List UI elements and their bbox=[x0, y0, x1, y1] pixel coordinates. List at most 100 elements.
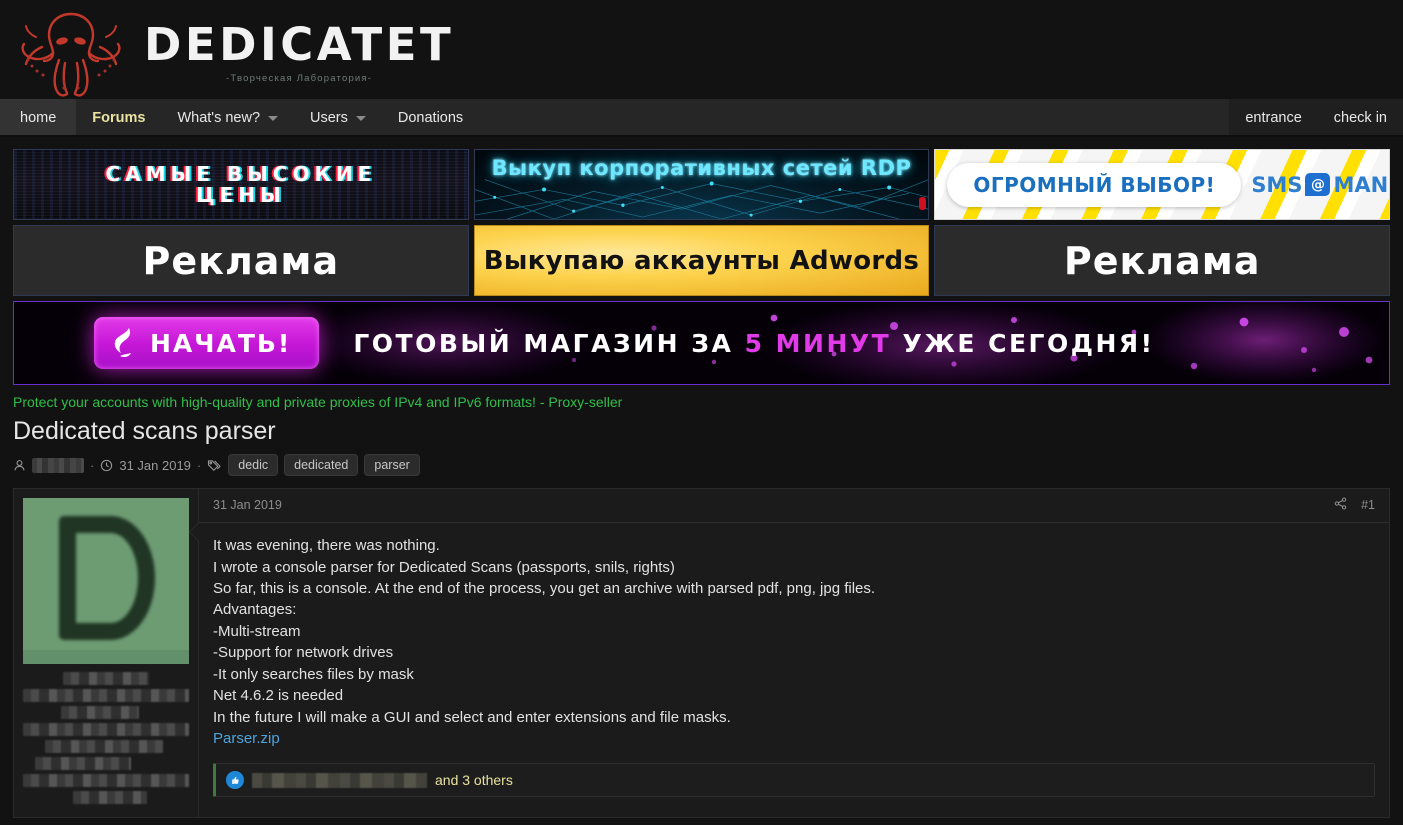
nav-label-home: home bbox=[20, 110, 57, 126]
sms-logo-left: SMS bbox=[1251, 172, 1303, 197]
tag-dedic[interactable]: dedic bbox=[228, 454, 279, 477]
banner-ready-shop[interactable]: НАЧАТЬ! ГОТОВЫЙ МАГАЗИН ЗА 5 МИНУТ УЖЕ С… bbox=[13, 301, 1390, 385]
banner-reklama-right-text: Реклама bbox=[1063, 238, 1261, 283]
nav-label-users: Users bbox=[310, 110, 348, 126]
advertisement-area: САМЫЕ ВЫСОКИЕ ЦЕНЫ Выкуп корпоративных с… bbox=[0, 137, 1403, 385]
post-container: 31 Jan 2019 #1 It was evening, there was… bbox=[13, 488, 1390, 819]
reaction-user-redacted[interactable] bbox=[252, 772, 427, 788]
post-line: Net 4.6.2 is needed bbox=[213, 687, 344, 705]
user-info-line bbox=[63, 672, 149, 686]
post-line: It was evening, there was nothing. bbox=[213, 537, 440, 555]
banner-sms-man[interactable]: ОГРОМНЫЙ ВЫБОР! SMS @ MAN bbox=[934, 149, 1391, 220]
user-info-redacted bbox=[23, 672, 189, 805]
brand-title: DEDICATET bbox=[144, 17, 455, 71]
notice-text: Protect your accounts with high-quality … bbox=[13, 394, 623, 410]
banner-row-1: САМЫЕ ВЫСОКИЕ ЦЕНЫ Выкуп корпоративных с… bbox=[13, 149, 1391, 220]
thread-title-text: Dedicated scans parser bbox=[13, 417, 276, 445]
nav-item-check-in[interactable]: check in bbox=[1318, 99, 1403, 137]
clock-icon bbox=[100, 459, 113, 472]
avatar-bottom-strip bbox=[23, 650, 189, 665]
sms-man-logo: SMS @ MAN bbox=[1251, 173, 1388, 197]
banner-line-1: САМЫЕ ВЫСОКИЕ bbox=[105, 161, 377, 186]
nav-left-group: home Forums What's new? Users Donations bbox=[0, 99, 479, 137]
post-line: I wrote a console parser for Dedicated S… bbox=[213, 558, 675, 576]
attachment-link[interactable]: Parser.zip bbox=[213, 730, 280, 747]
banner-reklama-left-text: Реклама bbox=[142, 238, 340, 283]
reaction-others-label: and 3 others bbox=[435, 772, 513, 789]
brand-tagline: -Творческая Лаборатория- bbox=[226, 72, 373, 84]
post-line: -Support for network drives bbox=[213, 644, 394, 662]
user-info-line bbox=[61, 706, 139, 720]
reactions-bar: and 3 others bbox=[213, 763, 1375, 798]
user-info-line bbox=[45, 740, 163, 754]
banner-sms-pill-text: ОГРОМНЫЙ ВЫБОР! bbox=[947, 162, 1242, 207]
chat-bubble-icon: @ bbox=[1305, 173, 1331, 196]
nav-label-entrance: entrance bbox=[1245, 110, 1302, 126]
nav-right-group: entrance check in bbox=[1229, 99, 1403, 137]
post-content-panel: 31 Jan 2019 #1 It was evening, there was… bbox=[190, 489, 1389, 817]
chevron-down-icon[interactable] bbox=[268, 115, 279, 121]
headline-highlight: 5 МИНУТ bbox=[744, 328, 892, 358]
nav-label-whats-new: What's new? bbox=[177, 110, 261, 126]
post-body: It was evening, there was nothing. I wro… bbox=[199, 523, 1389, 749]
nav-label-donations: Donations bbox=[397, 110, 464, 126]
post-date[interactable]: 31 Jan 2019 bbox=[213, 498, 282, 512]
share-icon[interactable] bbox=[1334, 497, 1347, 513]
user-icon bbox=[13, 459, 26, 472]
tag-dedicated[interactable]: dedicated bbox=[284, 454, 359, 477]
nav-item-forums[interactable]: Forums bbox=[76, 99, 161, 137]
post-pointer-arrow bbox=[190, 523, 199, 542]
user-info-line bbox=[23, 689, 189, 703]
headline-part-1: ГОТОВЫЙ МАГАЗИН ЗА bbox=[353, 328, 734, 358]
tag-icon bbox=[207, 459, 222, 472]
brand-block[interactable]: DEDICATET -Творческая Лаборатория- bbox=[144, 16, 454, 84]
page-title: Dedicated scans parser bbox=[0, 410, 1403, 447]
post-line: -It only searches files by mask bbox=[213, 665, 414, 683]
nav-label-check-in: check in bbox=[1333, 110, 1387, 126]
nav-item-home[interactable]: home bbox=[0, 99, 77, 137]
nav-label-forums: Forums bbox=[92, 110, 146, 126]
octopus-logo-icon[interactable] bbox=[12, 0, 130, 99]
user-info-line bbox=[23, 723, 189, 737]
post-header: 31 Jan 2019 #1 bbox=[199, 489, 1389, 524]
nav-item-whats-new[interactable]: What's new? bbox=[161, 99, 294, 137]
post-line: -Multi-stream bbox=[213, 622, 301, 640]
banner-reklama-left[interactable]: Реклама bbox=[13, 225, 469, 296]
avatar[interactable] bbox=[23, 498, 189, 665]
nav-item-entrance[interactable]: entrance bbox=[1229, 99, 1317, 137]
chevron-down-icon[interactable] bbox=[355, 115, 366, 121]
nav-item-users[interactable]: Users bbox=[294, 99, 382, 137]
start-button-label: НАЧАТЬ! bbox=[150, 328, 292, 358]
banner-line-2: ЦЕНЫ bbox=[195, 182, 286, 207]
start-button[interactable]: НАЧАТЬ! bbox=[94, 317, 320, 369]
post-line: Advantages: bbox=[213, 601, 297, 619]
proxy-seller-notice[interactable]: Protect your accounts with high-quality … bbox=[0, 385, 1403, 410]
nav-item-donations[interactable]: Donations bbox=[382, 99, 479, 137]
meta-separator-2: · bbox=[196, 457, 202, 473]
user-info-line bbox=[73, 791, 147, 805]
headline-part-2: УЖЕ СЕГОДНЯ! bbox=[902, 328, 1155, 358]
banner-highest-prices[interactable]: САМЫЕ ВЫСОКИЕ ЦЕНЫ bbox=[13, 149, 469, 220]
site-header: DEDICATET -Творческая Лаборатория- bbox=[0, 0, 1403, 99]
post-line: So far, this is a console. At the end of… bbox=[213, 580, 876, 598]
banner-ready-shop-headline: ГОТОВЫЙ МАГАЗИН ЗА 5 МИНУТ УЖЕ СЕГОДНЯ! bbox=[353, 329, 1154, 358]
avatar-letter bbox=[59, 516, 155, 641]
banner-rdp-marker bbox=[919, 197, 927, 210]
banner-row-2: Реклама Выкупаю аккаунты Adwords Реклама bbox=[13, 225, 1391, 296]
banner-adwords[interactable]: Выкупаю аккаунты Adwords bbox=[473, 225, 930, 296]
thread-meta: · 31 Jan 2019 · dedic dedicated parser bbox=[0, 447, 1403, 477]
thread-date: 31 Jan 2019 bbox=[119, 457, 191, 473]
banner-highest-prices-text: САМЫЕ ВЫСОКИЕ ЦЕНЫ bbox=[14, 150, 468, 219]
banner-rdp-networks[interactable]: Выкуп корпоративных сетей RDP bbox=[473, 149, 930, 220]
banner-rdp-text: Выкуп корпоративных сетей RDP bbox=[491, 156, 912, 180]
sms-logo-right: MAN bbox=[1333, 172, 1389, 197]
user-info-line bbox=[23, 774, 189, 788]
thread-author-redacted[interactable] bbox=[32, 457, 84, 473]
thumbs-up-icon[interactable] bbox=[226, 771, 244, 790]
nav-underline bbox=[0, 135, 1403, 137]
tag-parser[interactable]: parser bbox=[364, 454, 420, 477]
banner-adwords-text: Выкупаю аккаунты Adwords bbox=[483, 245, 920, 276]
banner-reklama-right[interactable]: Реклама bbox=[934, 225, 1391, 296]
post-number[interactable]: #1 bbox=[1361, 498, 1375, 512]
main-navigation: home Forums What's new? Users Donations … bbox=[0, 99, 1403, 137]
